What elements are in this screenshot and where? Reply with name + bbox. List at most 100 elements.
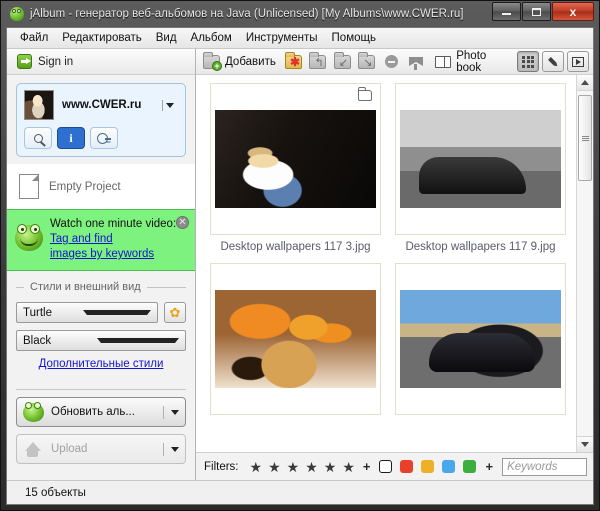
color-filter-green[interactable] xyxy=(463,460,476,473)
menu-edit[interactable]: Редактировать xyxy=(55,30,148,46)
thumbnail-image xyxy=(400,290,561,388)
star-filter-3[interactable]: ★ xyxy=(287,460,300,474)
add-button[interactable]: + Добавить xyxy=(203,55,276,69)
skin-select-value: Black xyxy=(23,335,97,347)
star-filter-1[interactable]: ★ xyxy=(250,460,263,474)
minimize-button[interactable] xyxy=(492,2,521,21)
style-select-value: Turtle xyxy=(23,307,83,319)
star-filter-6[interactable]: ★ xyxy=(342,460,355,474)
menu-help[interactable]: Помощь xyxy=(325,30,383,46)
sign-in-label: Sign in xyxy=(38,56,73,68)
folder-up-button[interactable]: ↰ xyxy=(307,51,328,72)
make-album-button[interactable]: Обновить аль... xyxy=(16,397,186,427)
folder-up-icon: ↰ xyxy=(309,55,326,69)
new-album-folder-icon: ✱ xyxy=(285,55,302,69)
thumbnail-item[interactable] xyxy=(210,263,381,421)
menu-view[interactable]: Вид xyxy=(149,30,184,46)
chevron-down-icon xyxy=(83,310,151,315)
more-styles-link[interactable]: Дополнительные стили xyxy=(39,358,164,370)
color-filter-none[interactable] xyxy=(379,460,392,473)
thumbnail-item[interactable]: Desktop wallpapers 117 3.jpg xyxy=(210,83,381,253)
star-filter-2[interactable]: ★ xyxy=(268,460,281,474)
view-mode-group xyxy=(517,51,589,72)
empty-project-row[interactable]: Empty Project xyxy=(7,164,195,209)
thumbnail-card[interactable] xyxy=(210,83,381,235)
project-header: www.CWER.ru xyxy=(24,90,178,120)
document-icon xyxy=(19,174,39,199)
skin-select[interactable]: Black xyxy=(16,330,186,351)
toolbar: + Добавить ✱ ↰ ↙ ↘ xyxy=(196,49,593,75)
promo-close-icon[interactable]: ✕ xyxy=(176,216,189,229)
menu-tools[interactable]: Инструменты xyxy=(239,30,325,46)
folder-badge-icon xyxy=(358,90,372,101)
vertical-scrollbar[interactable] xyxy=(576,75,593,452)
promo-link-line2[interactable]: images by keywords xyxy=(50,248,154,260)
filter-button[interactable] xyxy=(405,51,426,72)
photo-book-button[interactable]: Photo book xyxy=(435,50,510,74)
keywords-placeholder: Keywords xyxy=(507,461,558,473)
color-filter-amber[interactable] xyxy=(421,460,434,473)
style-select[interactable]: Turtle xyxy=(16,302,158,323)
new-album-folder-button[interactable]: ✱ xyxy=(283,51,304,72)
window-controls: x xyxy=(491,2,594,21)
grid-view-button[interactable] xyxy=(517,51,539,72)
sign-in-row[interactable]: Sign in xyxy=(7,49,195,75)
skin-row: Black xyxy=(16,330,186,351)
thumbnail-item[interactable]: Desktop wallpapers 117 9.jpg xyxy=(395,83,566,253)
scrollbar-track[interactable] xyxy=(577,91,593,436)
styles-legend: Стили и внешний вид xyxy=(16,281,186,293)
keywords-input[interactable]: Keywords xyxy=(502,458,587,476)
project-dropdown-button[interactable] xyxy=(162,100,178,111)
chevron-down-icon[interactable] xyxy=(171,410,179,415)
thumbnail-grid: Desktop wallpapers 117 3.jpg Desktop wal… xyxy=(196,75,576,452)
color-filter-blue[interactable] xyxy=(442,460,455,473)
folder-forward-button[interactable]: ↘ xyxy=(356,51,377,72)
thumbnail-card[interactable] xyxy=(395,83,566,235)
slideshow-view-button[interactable] xyxy=(567,51,589,72)
settings-key-button[interactable] xyxy=(90,127,118,149)
style-row: Turtle ✿ xyxy=(16,302,186,323)
styles-section: Стили и внешний вид Turtle ✿ Black xyxy=(7,271,195,370)
sidebar-actions: Обновить аль... Upload xyxy=(7,390,195,480)
thumbnail-card[interactable] xyxy=(395,263,566,415)
thumbnail-item[interactable] xyxy=(395,263,566,421)
search-button[interactable] xyxy=(24,127,52,149)
chevron-down-icon[interactable] xyxy=(171,447,179,452)
color-plus-button[interactable]: + xyxy=(485,459,493,474)
chevron-down-icon xyxy=(166,103,174,108)
project-actions: i xyxy=(24,127,178,149)
color-filter-red[interactable] xyxy=(400,460,413,473)
promo-banner: Watch one minute video: Tag and find ima… xyxy=(7,209,195,271)
edit-view-button[interactable] xyxy=(542,51,564,72)
photo-book-label: Photo book xyxy=(456,50,510,74)
add-label: Добавить xyxy=(225,56,276,68)
upload-button[interactable]: Upload xyxy=(16,434,186,464)
maximize-button[interactable] xyxy=(522,2,551,21)
title-bar: jAlbum - генератор веб-альбомов на Java … xyxy=(6,1,594,27)
flower-icon: ✿ xyxy=(170,305,181,321)
folder-back-button[interactable]: ↙ xyxy=(332,51,353,72)
app-frog-icon xyxy=(10,7,24,21)
star-plus-button[interactable]: + xyxy=(363,459,371,474)
close-button[interactable]: x xyxy=(552,2,594,21)
scroll-down-button[interactable] xyxy=(577,436,593,452)
promo-link-line1[interactable]: Tag and find xyxy=(50,233,113,245)
chevron-up-icon xyxy=(581,80,589,85)
styles-legend-label: Стили и внешний вид xyxy=(30,281,141,293)
star-filter-5[interactable]: ★ xyxy=(324,460,337,474)
info-button[interactable]: i xyxy=(57,127,85,149)
menu-album[interactable]: Альбом xyxy=(184,30,239,46)
star-filter-4[interactable]: ★ xyxy=(305,460,318,474)
grip-icon xyxy=(582,136,589,141)
project-name: www.CWER.ru xyxy=(62,99,154,111)
remove-button[interactable] xyxy=(381,51,402,72)
scrollbar-thumb[interactable] xyxy=(578,95,592,181)
upload-arrow-icon xyxy=(23,440,44,459)
menu-file[interactable]: Файл xyxy=(13,30,55,46)
pencil-icon xyxy=(545,53,562,70)
divider xyxy=(163,406,164,419)
style-preview-button[interactable]: ✿ xyxy=(164,302,186,323)
thumbnail-card[interactable] xyxy=(210,263,381,415)
scroll-up-button[interactable] xyxy=(577,75,593,91)
promo-text-prefix: Watch one minute video: xyxy=(50,218,176,230)
